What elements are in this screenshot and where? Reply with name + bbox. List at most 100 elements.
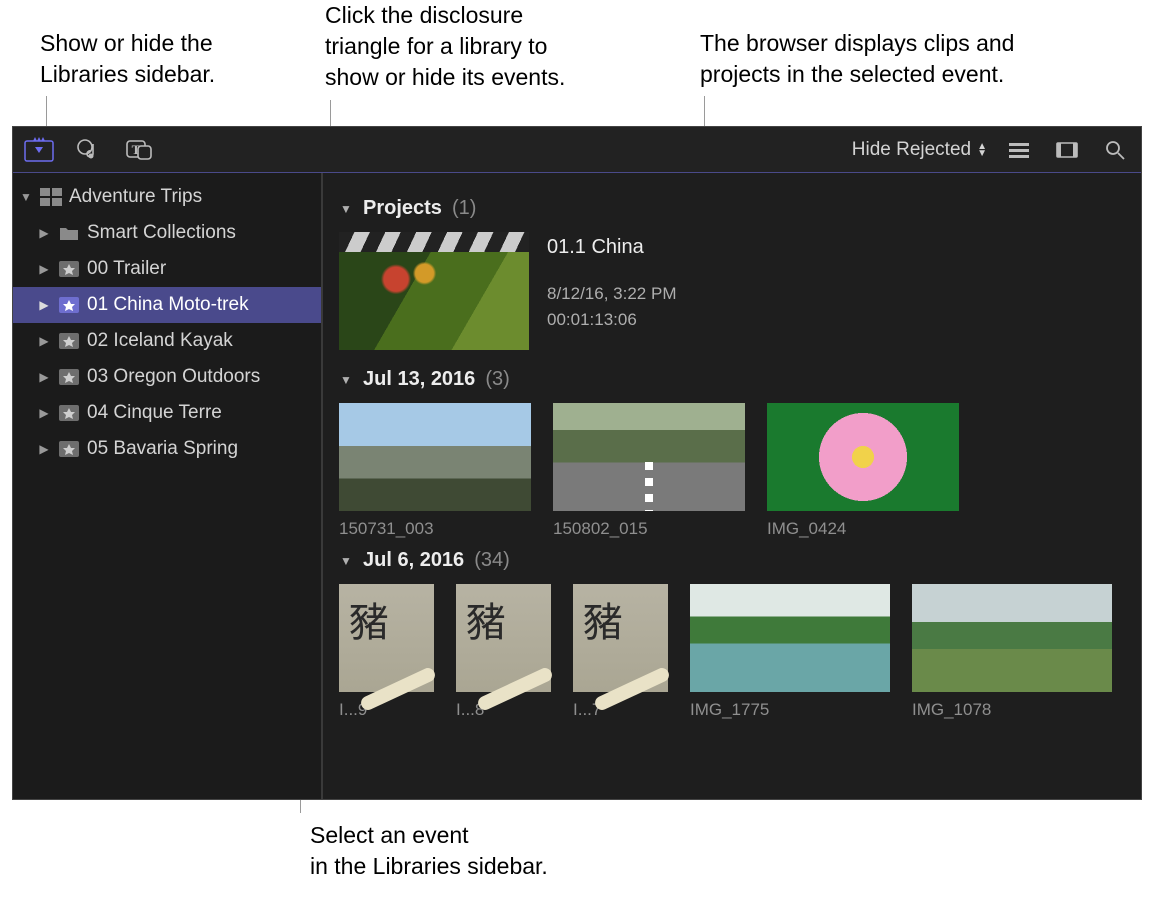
app-window: T Hide Rejected ▲▼	[12, 126, 1142, 800]
clip-thumbnail[interactable]	[339, 584, 434, 692]
project-item[interactable]: 01.1 China 8/12/16, 3:22 PM 00:01:13:06	[339, 232, 1125, 350]
list-view-icon[interactable]	[1003, 136, 1035, 164]
disclosure-triangle[interactable]: ▶	[37, 442, 51, 456]
clip-label: I...7	[573, 700, 668, 720]
filter-label: Hide Rejected	[852, 139, 971, 161]
app-body: ▼ Adventure Trips ▶ Smart Collections ▶ …	[13, 173, 1141, 799]
clip-item[interactable]: 150731_003	[339, 403, 531, 539]
clip-item[interactable]: I...9	[339, 584, 434, 720]
event-icon	[57, 331, 81, 351]
clip-label: IMG_1078	[912, 700, 1112, 720]
clip-label: I...8	[456, 700, 551, 720]
popup-arrows-icon: ▲▼	[977, 143, 987, 157]
sidebar-library-row[interactable]: ▼ Adventure Trips	[13, 179, 321, 215]
section-header-date1[interactable]: ▼ Jul 13, 2016 (3)	[339, 368, 1125, 391]
sidebar-item-event-02[interactable]: ▶ 02 Iceland Kayak	[13, 323, 321, 359]
disclosure-triangle[interactable]: ▼	[339, 202, 353, 216]
project-title: 01.1 China	[547, 232, 676, 263]
event-icon	[57, 295, 81, 315]
callout-text: triangle for a library to	[325, 33, 547, 59]
sidebar-item-label: 03 Oregon Outdoors	[87, 366, 260, 388]
disclosure-triangle[interactable]: ▶	[37, 370, 51, 384]
disclosure-triangle[interactable]: ▶	[37, 334, 51, 348]
libraries-sidebar: ▼ Adventure Trips ▶ Smart Collections ▶ …	[13, 173, 323, 799]
section-title: Jul 6, 2016	[363, 549, 464, 572]
section-count: (3)	[485, 368, 509, 391]
callout-select-event: Select an event in the Libraries sidebar…	[310, 820, 630, 882]
clip-item[interactable]: IMG_1078	[912, 584, 1112, 720]
disclosure-triangle[interactable]: ▼	[339, 373, 353, 387]
event-icon	[57, 439, 81, 459]
callout-sidebar-toggle-2: Show or hide theLibraries sidebar.	[40, 28, 300, 90]
callout-text: Select an event	[310, 822, 469, 848]
section-header-date2[interactable]: ▼ Jul 6, 2016 (34)	[339, 549, 1125, 572]
sidebar-item-label: 04 Cinque Terre	[87, 402, 222, 424]
event-icon	[57, 259, 81, 279]
clip-thumbnail[interactable]	[573, 584, 668, 692]
clip-label: I...9	[339, 700, 434, 720]
clip-thumbnail[interactable]	[339, 403, 531, 511]
clip-item[interactable]: I...8	[456, 584, 551, 720]
clips-row: I...9 I...8 I...7 IMG_1775 IMG_1078	[339, 584, 1125, 720]
toolbar-left-group: T	[23, 136, 155, 164]
callout-text: in the Libraries sidebar.	[310, 853, 548, 879]
clip-item[interactable]: I...7	[573, 584, 668, 720]
callout-text: projects in the selected event.	[700, 61, 1004, 87]
clip-thumbnail[interactable]	[912, 584, 1112, 692]
section-title: Jul 13, 2016	[363, 368, 475, 391]
disclosure-triangle[interactable]: ▼	[19, 190, 33, 204]
leader-line	[46, 96, 47, 130]
sidebar-item-label: 01 China Moto-trek	[87, 294, 249, 316]
callout-text: show or hide its events.	[325, 64, 565, 90]
clip-item[interactable]: IMG_1775	[690, 584, 890, 720]
clip-item[interactable]: IMG_0424	[767, 403, 959, 539]
disclosure-triangle[interactable]: ▶	[37, 262, 51, 276]
clip-thumbnail[interactable]	[690, 584, 890, 692]
section-header-projects[interactable]: ▼ Projects (1)	[339, 197, 1125, 220]
callout-browser: The browser displays clips and projects …	[700, 28, 1120, 90]
disclosure-triangle[interactable]: ▶	[37, 226, 51, 240]
sidebar-item-label: 00 Trailer	[87, 258, 166, 280]
disclosure-triangle[interactable]: ▼	[339, 554, 353, 568]
clip-item[interactable]: 150802_015	[553, 403, 745, 539]
disclosure-triangle[interactable]: ▶	[37, 406, 51, 420]
libraries-sidebar-toggle[interactable]	[23, 136, 55, 164]
project-duration: 00:01:13:06	[547, 307, 676, 333]
disclosure-triangle[interactable]: ▶	[37, 298, 51, 312]
clip-appearance-icon[interactable]	[1051, 136, 1083, 164]
callout-text: Click the disclosure	[325, 2, 523, 28]
library-icon	[39, 187, 63, 207]
sidebar-item-event-03[interactable]: ▶ 03 Oregon Outdoors	[13, 359, 321, 395]
project-thumbnail[interactable]	[339, 232, 529, 350]
titles-generators-sidebar-icon[interactable]: T	[123, 136, 155, 164]
clip-label: IMG_1775	[690, 700, 890, 720]
callout-text: The browser displays clips and	[700, 30, 1014, 56]
section-count: (34)	[474, 549, 510, 572]
toolbar-right-group: Hide Rejected ▲▼	[852, 136, 1131, 164]
event-icon	[57, 367, 81, 387]
clip-label: 150731_003	[339, 519, 531, 539]
folder-icon	[57, 223, 81, 243]
clip-thumbnail[interactable]	[456, 584, 551, 692]
project-date: 8/12/16, 3:22 PM	[547, 281, 676, 307]
sidebar-item-event-05[interactable]: ▶ 05 Bavaria Spring	[13, 431, 321, 467]
event-icon	[57, 403, 81, 423]
clip-thumbnail[interactable]	[767, 403, 959, 511]
browser-toolbar: T Hide Rejected ▲▼	[13, 127, 1141, 173]
search-icon[interactable]	[1099, 136, 1131, 164]
clip-browser: ▼ Projects (1) 01.1 China 8/12/16, 3:22 …	[323, 173, 1141, 799]
sidebar-item-label: Smart Collections	[87, 222, 236, 244]
sidebar-item-label: 02 Iceland Kayak	[87, 330, 233, 352]
sidebar-item-event-00[interactable]: ▶ 00 Trailer	[13, 251, 321, 287]
sidebar-item-event-01[interactable]: ▶ 01 China Moto-trek	[13, 287, 321, 323]
photos-audio-sidebar-icon[interactable]	[73, 136, 105, 164]
callout-disclosure: Click the disclosure triangle for a libr…	[325, 0, 665, 93]
clapperboard-icon	[339, 232, 529, 252]
sidebar-item-smart-collections[interactable]: ▶ Smart Collections	[13, 215, 321, 251]
clip-thumbnail[interactable]	[553, 403, 745, 511]
project-metadata: 01.1 China 8/12/16, 3:22 PM 00:01:13:06	[547, 232, 676, 350]
clip-filter-popup[interactable]: Hide Rejected ▲▼	[852, 139, 987, 161]
section-count: (1)	[452, 197, 476, 220]
sidebar-item-label: 05 Bavaria Spring	[87, 438, 238, 460]
sidebar-item-event-04[interactable]: ▶ 04 Cinque Terre	[13, 395, 321, 431]
